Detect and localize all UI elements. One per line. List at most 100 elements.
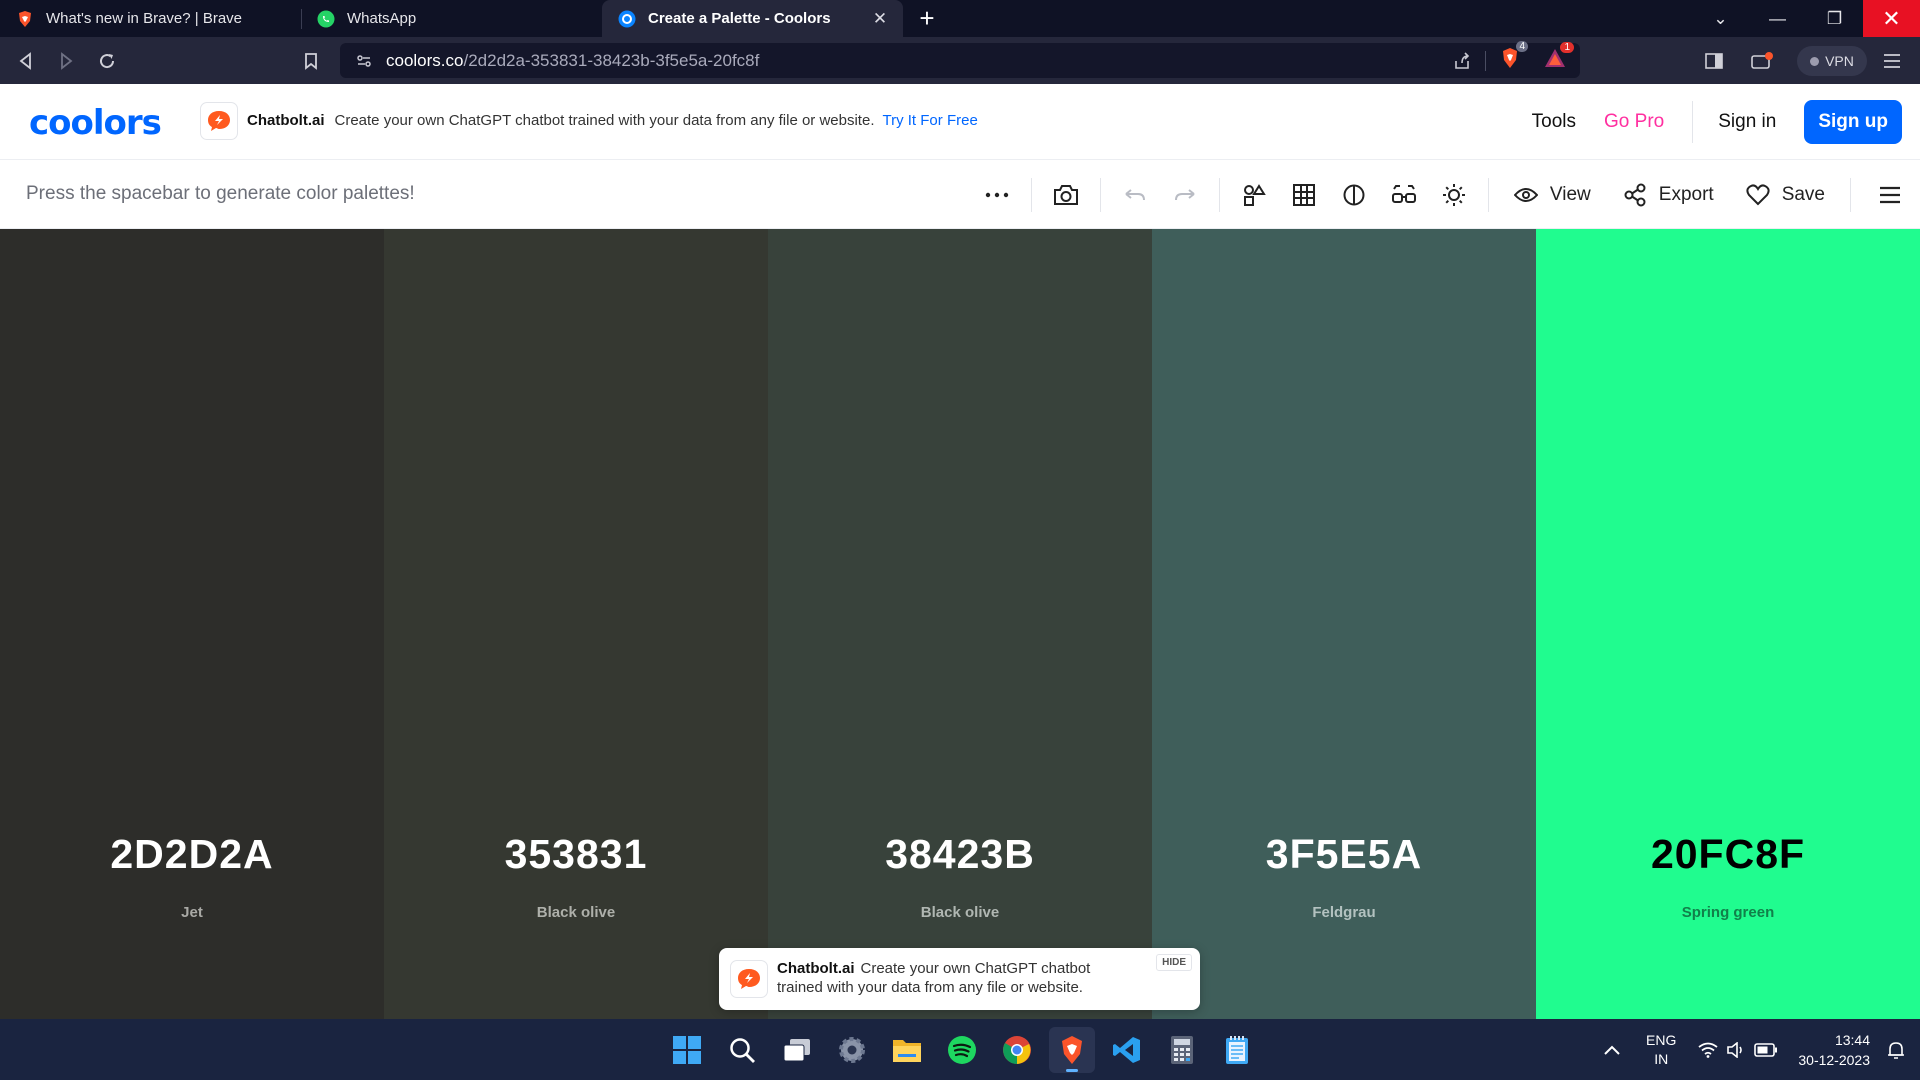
export-button[interactable]: Export (1607, 183, 1730, 207)
tab-list-chevron-icon[interactable]: ⌄ (1692, 0, 1749, 37)
vscode-icon[interactable] (1104, 1027, 1150, 1073)
rewards-count-badge: 1 (1560, 42, 1574, 53)
contrast-icon[interactable] (1329, 175, 1379, 215)
tab-title: What's new in Brave? | Brave (46, 10, 243, 27)
color-swatch[interactable]: 20FC8F Spring green (1536, 229, 1920, 1019)
floating-ad-brand: Chatbolt.ai (777, 960, 855, 977)
share-icon[interactable] (1453, 51, 1471, 70)
wifi-icon[interactable] (1698, 1042, 1718, 1058)
hamburger-menu-icon[interactable] (1860, 175, 1920, 215)
start-icon[interactable] (664, 1027, 710, 1073)
coolors-logo[interactable]: coolors (29, 103, 162, 143)
address-toolbar: coolors.co/2d2d2a-353831-38423b-3f5e5a-2… (0, 37, 1920, 84)
close-window-button[interactable]: ✕ (1863, 0, 1920, 37)
redo-icon[interactable] (1160, 175, 1210, 215)
color-name[interactable]: Feldgrau (1152, 904, 1536, 921)
show-hidden-icons-chevron-icon[interactable] (1604, 1045, 1620, 1055)
chatbolt-logo-icon[interactable] (200, 102, 238, 140)
search-icon[interactable] (719, 1027, 765, 1073)
heart-icon (1746, 183, 1770, 205)
color-name[interactable]: Jet (0, 904, 384, 921)
clock-date: 30-12-2023 (1798, 1051, 1870, 1068)
site-header: coolors Chatbolt.ai Create your own ChatG… (0, 84, 1920, 160)
save-button[interactable]: Save (1730, 184, 1841, 206)
language-indicator[interactable]: ENG IN (1646, 1031, 1676, 1069)
coolors-icon (618, 10, 636, 27)
url-domain: coolors.co (386, 50, 464, 70)
tab-coolors[interactable]: Create a Palette - Coolors ✕ (602, 0, 903, 37)
color-swatch[interactable]: 3F5E5A Feldgrau (1152, 229, 1536, 1019)
new-tab-button[interactable]: + (903, 0, 951, 37)
brave-rewards-button[interactable]: 1 (1544, 42, 1574, 73)
language-code: ENG (1646, 1031, 1677, 1048)
sign-in-link[interactable]: Sign in (1718, 111, 1776, 133)
restore-button[interactable]: ❐ (1806, 0, 1863, 37)
color-hex[interactable]: 3F5E5A (1152, 831, 1536, 878)
glasses-icon[interactable] (1379, 175, 1429, 215)
ad-cta-link[interactable]: Try It For Free (883, 112, 978, 129)
color-name[interactable]: Black olive (768, 904, 1152, 921)
ad-brand: Chatbolt.ai (247, 112, 325, 129)
header-ad[interactable]: Chatbolt.ai Create your own ChatGPT chatb… (247, 112, 978, 129)
camera-icon[interactable] (1041, 175, 1091, 215)
color-name[interactable]: Spring green (1536, 904, 1920, 921)
tab-title: WhatsApp (347, 10, 417, 27)
grid-icon[interactable] (1279, 175, 1329, 215)
back-icon[interactable] (12, 47, 40, 75)
notepad-icon[interactable] (1214, 1027, 1260, 1073)
undo-icon[interactable] (1110, 175, 1160, 215)
color-swatch[interactable]: 38423B Black olive (768, 229, 1152, 1019)
close-tab-icon[interactable]: ✕ (869, 9, 891, 29)
bookmark-icon[interactable] (297, 47, 325, 75)
brave-icon[interactable] (1049, 1027, 1095, 1073)
minimize-button[interactable]: — (1749, 0, 1806, 37)
sidebar-toggle-icon[interactable] (1700, 47, 1728, 75)
color-hex[interactable]: 20FC8F (1536, 831, 1920, 878)
chrome-icon[interactable] (994, 1027, 1040, 1073)
color-hex[interactable]: 38423B (768, 831, 1152, 878)
color-hex[interactable]: 353831 (384, 831, 768, 878)
taskbar: ENG IN 13:44 30-12-2023 (0, 1019, 1920, 1080)
calculator-icon[interactable] (1159, 1027, 1205, 1073)
floating-ad[interactable]: Chatbolt.ai Create your own ChatGPT chatb… (719, 948, 1200, 1010)
tools-link[interactable]: Tools (1532, 111, 1576, 133)
view-label: View (1549, 183, 1591, 205)
color-swatch[interactable]: 2D2D2A Jet (0, 229, 384, 1019)
sign-up-button[interactable]: Sign up (1804, 100, 1902, 144)
go-pro-link[interactable]: Go Pro (1604, 111, 1664, 133)
shapes-icon[interactable] (1229, 175, 1279, 215)
file-explorer-icon[interactable] (884, 1027, 930, 1073)
clock[interactable]: 13:44 30-12-2023 (1798, 1030, 1870, 1070)
spacebar-hint: Press the spacebar to generate color pal… (26, 183, 415, 204)
wallet-icon[interactable] (1748, 47, 1776, 75)
vpn-button[interactable]: VPN (1797, 46, 1867, 76)
brave-shields-button[interactable]: 4 (1500, 41, 1528, 74)
share-nodes-icon (1624, 183, 1646, 206)
browser-tab-bar: What's new in Brave? | Brave WhatsApp Cr… (0, 0, 1920, 37)
tab-brave-whats-new[interactable]: What's new in Brave? | Brave (0, 0, 301, 37)
settings-icon[interactable] (829, 1027, 875, 1073)
brightness-icon[interactable] (1429, 175, 1479, 215)
view-button[interactable]: View (1498, 184, 1607, 206)
url-path: /2d2d2a-353831-38423b-3f5e5a-20fc8f (463, 50, 760, 70)
vpn-status-dot (1810, 56, 1820, 66)
url-field[interactable]: coolors.co/2d2d2a-353831-38423b-3f5e5a-2… (340, 41, 1580, 78)
reload-icon[interactable] (93, 47, 121, 75)
volume-icon[interactable] (1726, 1041, 1746, 1058)
battery-icon[interactable] (1754, 1042, 1778, 1057)
more-options-icon[interactable] (972, 175, 1022, 215)
color-name[interactable]: Black olive (384, 904, 768, 921)
shields-count-badge: 4 (1516, 41, 1528, 52)
spotify-icon[interactable] (939, 1027, 985, 1073)
menu-icon[interactable] (1878, 47, 1906, 75)
whatsapp-icon (317, 10, 335, 27)
color-hex[interactable]: 2D2D2A (0, 831, 384, 878)
forward-icon[interactable] (52, 47, 80, 75)
notifications-icon[interactable] (1886, 1040, 1906, 1060)
hide-ad-button[interactable]: HIDE (1156, 954, 1192, 971)
task-view-icon[interactable] (774, 1027, 820, 1073)
color-swatch[interactable]: 353831 Black olive (384, 229, 768, 1019)
site-settings-icon[interactable] (356, 53, 372, 69)
eye-icon (1513, 187, 1538, 202)
tab-whatsapp[interactable]: WhatsApp (301, 0, 602, 37)
